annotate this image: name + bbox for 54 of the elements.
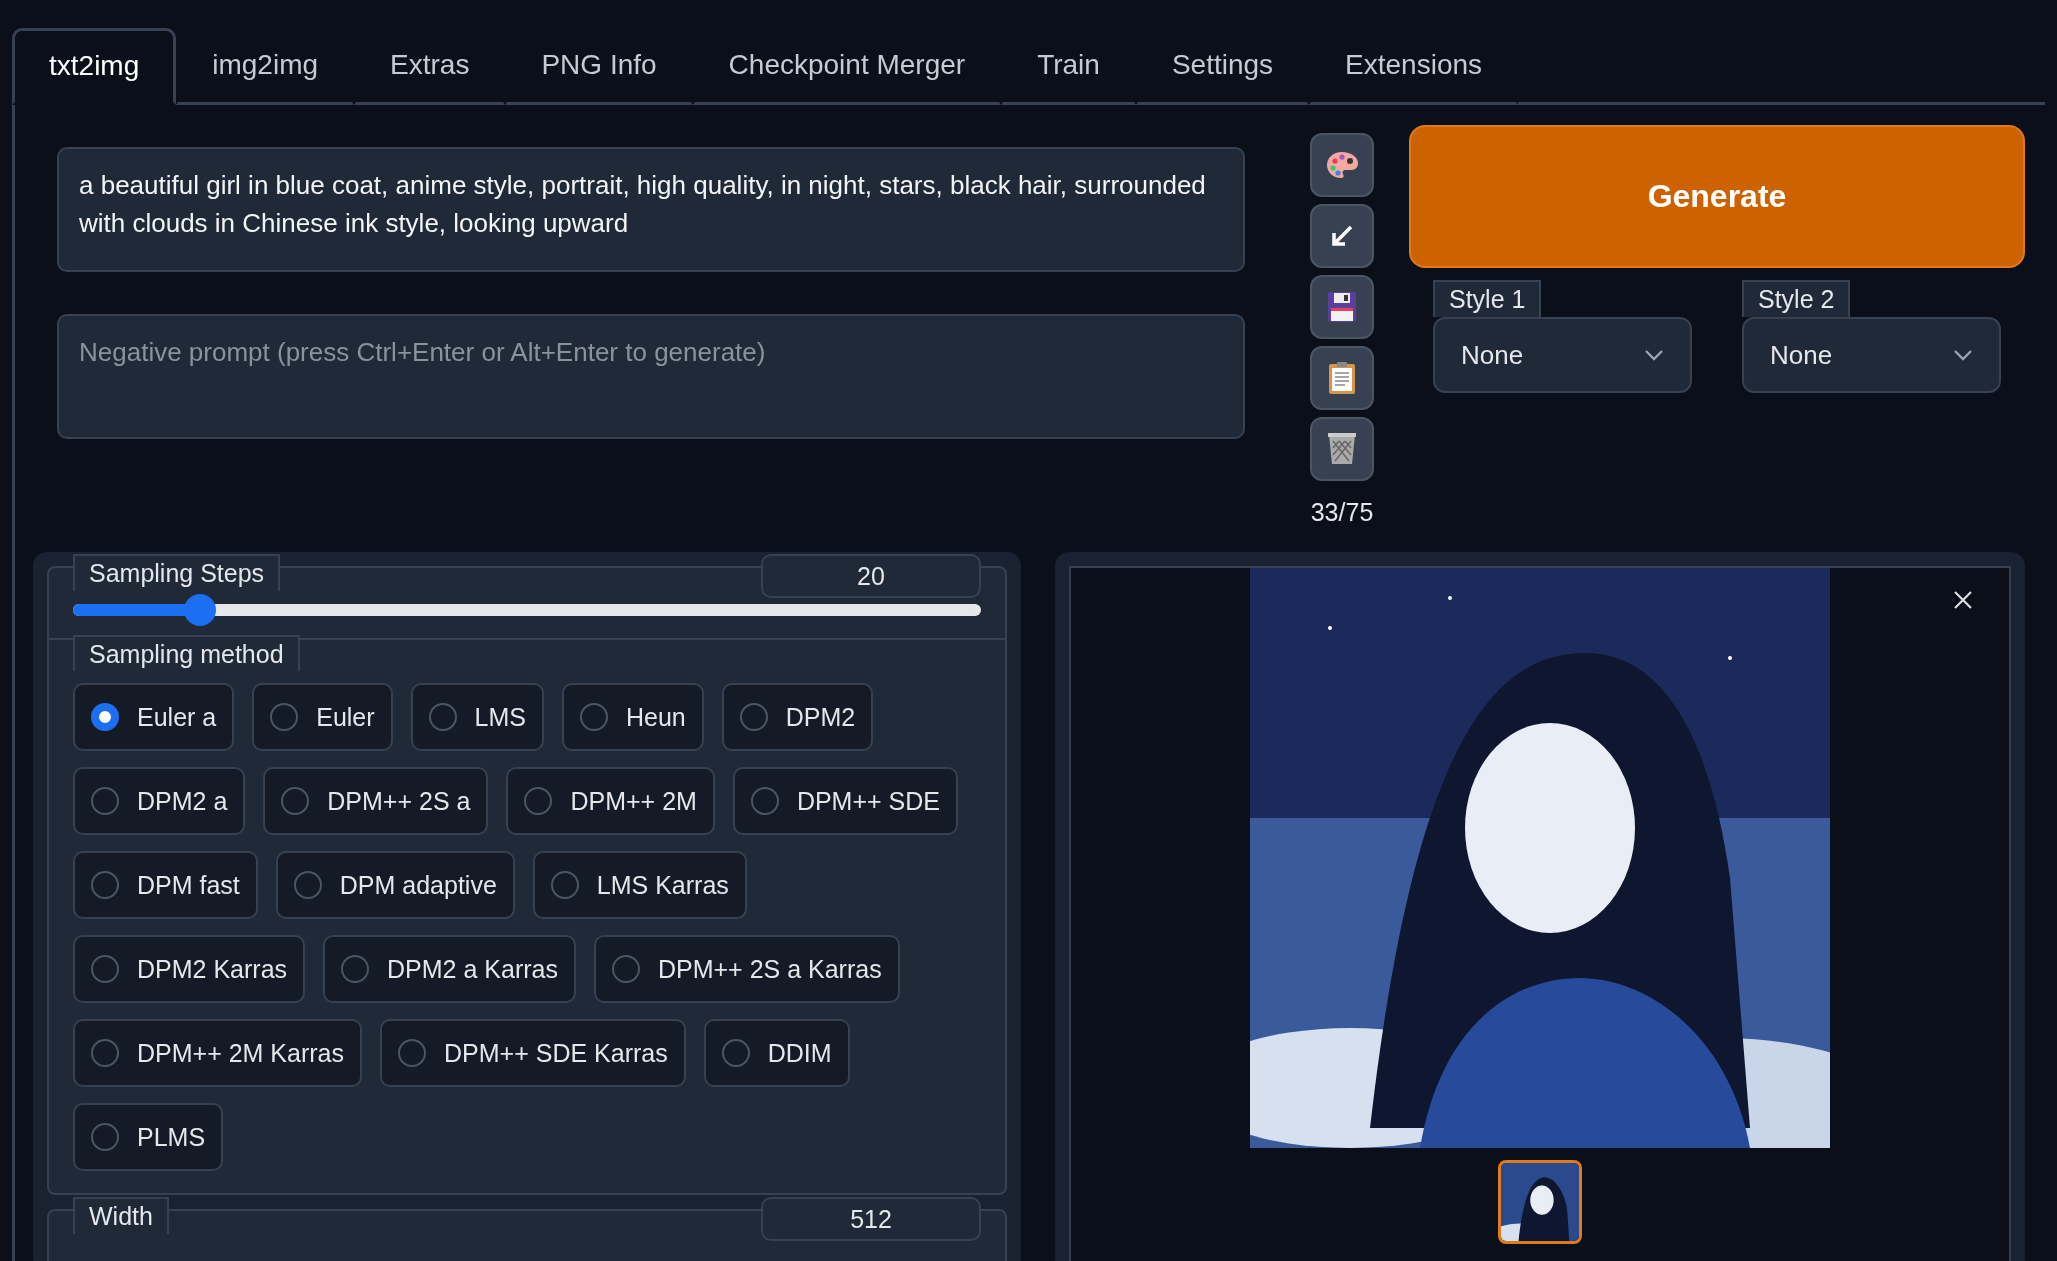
tab[interactable]: img2img	[176, 28, 355, 105]
clipboard-icon	[1328, 361, 1356, 395]
radio-option[interactable]: DPM++ 2S a Karras	[593, 935, 900, 1003]
radio-option[interactable]: DPM++ 2M	[506, 767, 715, 835]
tab[interactable]: Extensions	[1309, 28, 1519, 105]
radio-option[interactable]: DPM++ 2S a	[263, 767, 489, 835]
radio-option[interactable]: DPM2	[721, 683, 874, 751]
radio-option[interactable]: Heun	[562, 683, 704, 751]
save-button[interactable]	[1310, 275, 1374, 339]
radio-option[interactable]: DPM++ 2M Karras	[73, 1019, 362, 1087]
style-label: Style 1	[1433, 280, 1542, 317]
radio-option[interactable]: Euler a	[73, 683, 235, 751]
group-label: Sampling method	[73, 635, 300, 671]
negative-prompt-field[interactable]: Negative prompt (press Ctrl+Enter or Alt+Enter to generate)	[57, 314, 1245, 439]
arrow-button[interactable]	[1310, 204, 1374, 268]
slider[interactable]	[73, 594, 981, 626]
palette-button[interactable]	[1310, 133, 1374, 197]
prompt-field[interactable]: a beautiful girl in blue coat, anime style, portrait, high quality, in night, stars, black hair, surrounded with clouds in Chinese ink style, looking upward	[57, 147, 1245, 272]
style-label: Style 2	[1742, 280, 1851, 317]
token-counter: 33/75	[1310, 498, 1374, 527]
tab[interactable]: Train	[1001, 28, 1136, 105]
radio-option[interactable]: Euler	[252, 683, 393, 751]
radio-option[interactable]: DPM2 Karras	[73, 935, 306, 1003]
radio-option[interactable]: DPM fast	[73, 851, 258, 919]
tab[interactable]: PNG Info	[505, 28, 693, 105]
chevron-icon	[1644, 349, 1664, 361]
radio-option[interactable]: DPM2 a	[73, 767, 246, 835]
arrow-icon	[1329, 223, 1355, 249]
slider-label: Sampling Steps	[73, 554, 281, 591]
radio-option[interactable]: DPM++ SDE	[732, 767, 958, 835]
number-field[interactable]: 512	[761, 1197, 981, 1241]
radio-option[interactable]: DPM++ SDE Karras	[380, 1019, 686, 1087]
slider-label: Width	[73, 1197, 169, 1234]
radio-option[interactable]: DPM adaptive	[275, 851, 515, 919]
palette-icon	[1325, 150, 1359, 180]
slider-handle[interactable]	[184, 594, 217, 626]
tab[interactable]: Extras	[354, 28, 506, 105]
number-field[interactable]: 20	[761, 554, 981, 598]
style-dropdown[interactable]: None	[1433, 317, 1692, 393]
trash-button[interactable]	[1310, 417, 1374, 481]
generate-button[interactable]: Generate	[1409, 125, 2025, 268]
trash-icon	[1327, 432, 1357, 466]
radio-option[interactable]: DDIM	[703, 1019, 850, 1087]
radio-option[interactable]: LMS	[410, 683, 544, 751]
radio-option[interactable]: PLMS	[73, 1103, 224, 1171]
radio-option[interactable]: DPM2 a Karras	[323, 935, 576, 1003]
chevron-icon	[1953, 349, 1973, 361]
tab[interactable]: txt2img	[12, 28, 177, 105]
clipboard-button[interactable]	[1310, 346, 1374, 410]
radio-option[interactable]: LMS Karras	[532, 851, 747, 919]
tab[interactable]: Settings	[1135, 28, 1310, 105]
close-icon[interactable]	[1953, 590, 1973, 610]
tab[interactable]: Checkpoint Merger	[692, 28, 1002, 105]
style-dropdown[interactable]: None	[1742, 317, 2001, 393]
